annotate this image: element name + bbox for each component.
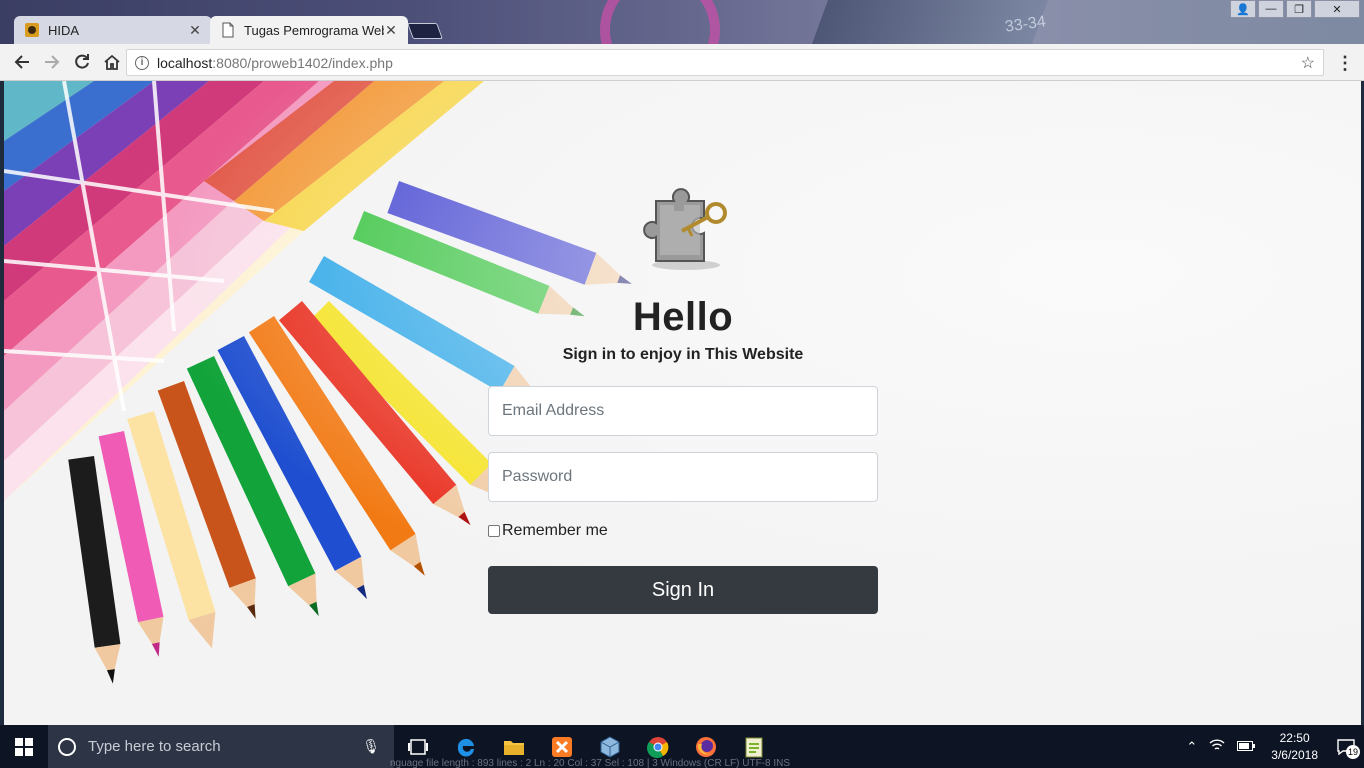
info-icon[interactable]: i — [135, 55, 149, 70]
chevron-up-icon[interactable]: ⌃ — [1186, 739, 1197, 755]
tab-tugas[interactable]: Tugas Pemrograma Web ✕ — [210, 16, 408, 44]
close-tab-icon[interactable]: ✕ — [188, 22, 202, 39]
puzzle-key-logo-icon — [643, 188, 727, 270]
login-form: Hello Sign in to enjoy in This Website R… — [488, 181, 878, 614]
hida-favicon-icon — [25, 23, 39, 37]
screen: 33-34 HIDA ✕ Tugas Pemrograma Web ✕ 👤 — … — [0, 0, 1364, 768]
tab-hida[interactable]: HIDA ✕ — [14, 16, 212, 44]
window-controls: 👤 — ❐ ✕ — [1230, 0, 1360, 18]
restore-button[interactable]: ❐ — [1286, 0, 1312, 18]
wifi-icon[interactable] — [1209, 738, 1225, 755]
url-path: :8080/proweb1402/index.php — [212, 54, 393, 71]
windows-logo-icon — [15, 737, 33, 756]
clock-time: 22:50 — [1279, 730, 1310, 745]
user-icon[interactable]: 👤 — [1230, 0, 1256, 18]
remember-me-checkbox[interactable] — [488, 525, 500, 537]
minimize-button[interactable]: — — [1258, 0, 1284, 18]
notification-count-badge: 19 — [1346, 745, 1360, 759]
page-favicon-icon — [222, 22, 234, 38]
home-icon[interactable] — [98, 48, 126, 76]
remember-me-row[interactable]: Remember me — [488, 522, 608, 540]
page-subtitle: Sign in to enjoy in This Website — [562, 346, 804, 363]
new-tab-button[interactable] — [407, 23, 443, 39]
email-field[interactable] — [488, 386, 878, 436]
menu-icon[interactable]: ⋮ — [1336, 53, 1354, 74]
forward-icon[interactable] — [38, 48, 66, 76]
tab-title: HIDA — [48, 22, 80, 38]
wallpaper-decoration — [600, 0, 720, 44]
url-host: localhost — [157, 54, 213, 71]
background-window-status-text: nguage file length : 893 lines : 2 Ln : … — [390, 758, 791, 768]
back-icon[interactable] — [8, 48, 36, 76]
close-window-button[interactable]: ✕ — [1314, 0, 1360, 18]
remember-me-label: Remember me — [502, 522, 608, 539]
reload-icon[interactable] — [68, 48, 96, 76]
start-button[interactable] — [0, 725, 48, 768]
battery-icon[interactable] — [1237, 739, 1256, 754]
bookmark-star-icon[interactable]: ☆ — [1301, 53, 1315, 73]
search-placeholder: Type here to search — [88, 738, 221, 755]
microphone-icon[interactable]: 🎙 — [362, 738, 380, 755]
tab-title: Tugas Pemrograma Web — [244, 22, 384, 38]
taskbar-search[interactable]: Type here to search 🎙 — [48, 725, 394, 768]
address-bar[interactable]: i localhost :8080/proweb1402/index.php ☆ — [126, 49, 1324, 76]
cortana-icon — [58, 737, 76, 756]
page-viewport: Hello Sign in to enjoy in This Website R… — [4, 81, 1361, 725]
page-title: Hello — [632, 295, 734, 339]
browser-titlebar: 33-34 HIDA ✕ Tugas Pemrograma Web ✕ 👤 — … — [0, 0, 1364, 44]
password-field[interactable] — [488, 452, 878, 502]
close-tab-icon[interactable]: ✕ — [384, 22, 398, 39]
sign-in-button[interactable]: Sign In — [488, 566, 878, 614]
browser-toolbar: i localhost :8080/proweb1402/index.php ☆… — [0, 44, 1364, 81]
